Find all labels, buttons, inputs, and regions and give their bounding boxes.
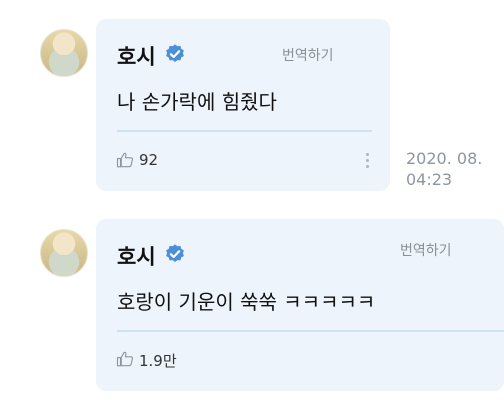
divider <box>117 330 504 332</box>
more-options-icon[interactable] <box>364 151 370 171</box>
translate-button[interactable]: 번역하기 <box>400 240 452 260</box>
timestamp: 2020. 08. 04:23 <box>406 148 482 190</box>
message-text: 나 손가락에 힘줬다 <box>117 90 277 114</box>
like-thumb-icon[interactable] <box>116 350 134 368</box>
message-card: 호시 번역하기 나 손가락에 힘줬다 92 <box>96 19 390 191</box>
author-name[interactable]: 호시 <box>117 41 156 71</box>
translate-button[interactable]: 번역하기 <box>282 45 334 65</box>
message-text: 호랑이 기운이 쑥쑥 ㅋㅋㅋㅋㅋ <box>117 290 376 314</box>
message-card: 호시 번역하기 호랑이 기운이 쑥쑥 ㅋㅋㅋㅋㅋ 1.9만 <box>96 219 504 391</box>
author-name[interactable]: 호시 <box>117 241 156 271</box>
verified-badge-icon <box>166 244 184 262</box>
avatar[interactable] <box>40 29 88 77</box>
verified-badge-icon <box>166 44 184 62</box>
timestamp-time: 04:23 <box>406 170 453 189</box>
timestamp-date: 2020. 08. <box>406 149 483 168</box>
avatar[interactable] <box>40 229 88 277</box>
like-count: 1.9만 <box>139 352 177 370</box>
like-count: 92 <box>139 151 159 169</box>
divider <box>117 130 372 132</box>
like-thumb-icon[interactable] <box>116 151 134 169</box>
